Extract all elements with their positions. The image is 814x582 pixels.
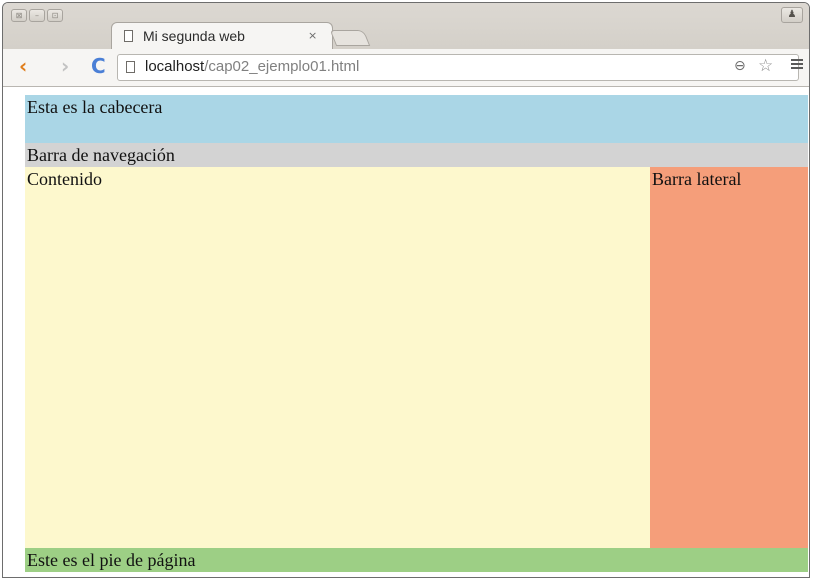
menu-icon[interactable] (791, 59, 803, 61)
address-text: localhost/cap02_ejemplo01.html (145, 58, 359, 75)
window-maximize-icon[interactable]: ⊡ (47, 9, 63, 22)
tab-title: Mi segunda web (143, 28, 245, 44)
page-viewport: Esta es la cabecera Barra de navegación … (3, 87, 809, 577)
tab-close-icon[interactable]: × (308, 29, 317, 42)
nav-text: Barra de navegación (27, 145, 175, 165)
sidebar-text: Barra lateral (652, 169, 742, 189)
content-text: Contenido (27, 169, 102, 189)
back-icon[interactable]: ‹ (19, 54, 27, 78)
page-nav: Barra de navegación (25, 143, 808, 167)
person-icon[interactable]: ♟ (781, 7, 803, 23)
window-minimize-icon[interactable]: – (29, 9, 45, 22)
reload-icon[interactable]: C (91, 54, 106, 78)
header-text: Esta es la cabecera (27, 97, 163, 117)
page-footer: Este es el pie de página (25, 548, 808, 572)
page-header: Esta es la cabecera (25, 95, 808, 143)
page-sidebar: Barra lateral (650, 167, 808, 548)
page-icon (126, 61, 135, 73)
tab-strip: ⊠ – ⊡ Mi segunda web × ♟ (3, 3, 809, 50)
tab-active[interactable]: Mi segunda web × (111, 22, 333, 50)
browser-window: ⊠ – ⊡ Mi segunda web × ♟ ‹ › C localhost… (2, 2, 810, 578)
page-icon (124, 30, 133, 42)
url-host: localhost (145, 58, 205, 75)
window-close-icon[interactable]: ⊠ (11, 9, 27, 22)
forward-icon[interactable]: › (61, 54, 69, 78)
bookmark-star-icon[interactable]: ☆ (758, 56, 773, 76)
page-content: Contenido (25, 167, 650, 548)
address-bar[interactable]: localhost/cap02_ejemplo01.html ⊖ ☆ (117, 54, 799, 81)
footer-text: Este es el pie de página (27, 550, 196, 570)
url-path: /cap02_ejemplo01.html (204, 58, 360, 75)
zoom-icon[interactable]: ⊖ (734, 58, 746, 74)
toolbar: ‹ › C localhost/cap02_ejemplo01.html ⊖ ☆ (3, 49, 809, 87)
new-tab-button[interactable] (329, 30, 371, 46)
